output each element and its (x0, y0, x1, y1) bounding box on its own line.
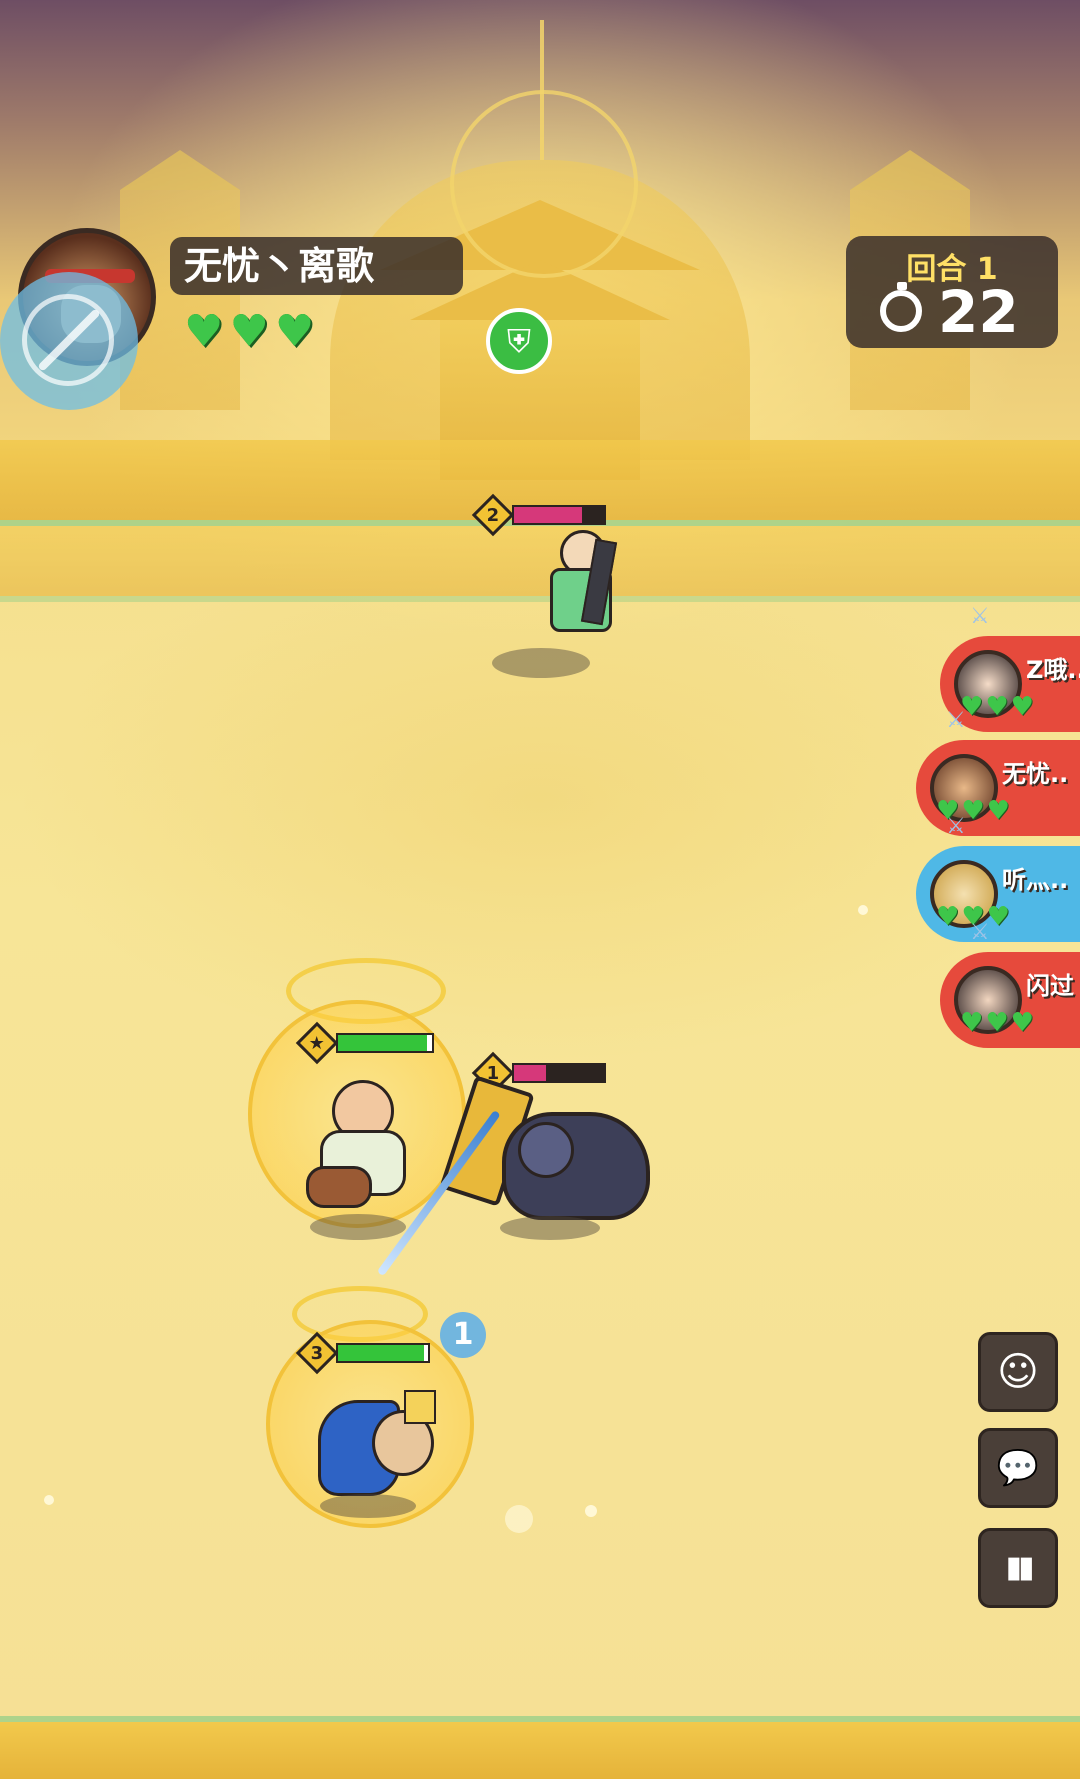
floating-number: 1 (440, 1312, 486, 1358)
opponent-lives: ♥ ♥ ♥ (960, 1010, 1034, 1036)
hp-bar (512, 505, 606, 525)
heart-icon: ♥ (274, 306, 315, 357)
opponent-card[interactable]: ⚔ 无忧.. ♥ ♥ ♥ (916, 708, 1080, 836)
unit-status-3: 3 (295, 1331, 430, 1375)
unit-status-leader: ★ (295, 1021, 434, 1065)
heart-icon: ♥ (986, 902, 1010, 932)
unit-status-2: 2 (471, 493, 606, 537)
round-panel: 回合 1 22 (846, 236, 1058, 348)
heart-icon: ♥ (986, 796, 1010, 826)
stats-button[interactable]: ▮▮ (978, 1528, 1058, 1608)
unit-shadow (492, 648, 590, 678)
heart-icon: ♥ (229, 306, 269, 357)
round-timer: 22 (938, 278, 1019, 346)
opponent-lives: ♥ ♥ ♥ (960, 694, 1034, 720)
sword-icon: ⚔ (970, 920, 990, 945)
opponent-card[interactable]: ⚔ 听灬.. ♥ ♥ ♥ (916, 814, 1080, 942)
sparkle (44, 1495, 54, 1505)
hp-bar (336, 1343, 430, 1363)
sword-icon: ⚔ (970, 604, 990, 629)
enemy-musician[interactable] (540, 530, 620, 650)
unit-shadow (500, 1216, 600, 1240)
heart-icon: ♥ (1010, 692, 1034, 722)
opponent-card[interactable]: ⚔ 闪过 ♥ ♥ ♥ (940, 920, 1080, 1048)
player-lives: ♥ ♥ ♥ (184, 310, 314, 354)
player-name: 无忧丶离歌 (170, 237, 463, 295)
ally-knight[interactable] (318, 1390, 448, 1510)
hp-bar (512, 1063, 606, 1083)
unit-shadow (310, 1214, 406, 1240)
heart-icon: ♥ (936, 902, 960, 932)
sparkle (505, 1505, 533, 1533)
sparkle (585, 1505, 597, 1517)
heart-icon: ♥ (985, 1008, 1009, 1038)
chat-button[interactable]: 💬 (978, 1428, 1058, 1508)
bar-chart-icon: ▮▮ (1005, 1550, 1034, 1585)
opponent-name: 无忧.. (1002, 760, 1069, 788)
heart-icon: ♥ (184, 306, 224, 357)
heart-icon: ♥ (985, 692, 1009, 722)
shield-icon[interactable]: ⛨ (486, 308, 552, 374)
unit-shadow (320, 1494, 416, 1518)
opponent-name: 闪过 (1026, 972, 1074, 1000)
stopwatch-icon (880, 282, 922, 332)
heart-icon: ♥ (1010, 1008, 1034, 1038)
opponent-name: Z哦.. (1026, 656, 1080, 684)
battle-scene: 无忧丶离歌 ♥ ♥ ♥ 回合 1 22 ⛨ 2 ★ 1 1 3 ⚔ Z哦.. ♥… (0, 0, 1080, 1779)
sword-icon: ⚔ (946, 708, 966, 733)
smiley-icon: ☺ (997, 1349, 1039, 1395)
voice-mute-button[interactable] (0, 272, 138, 410)
heart-icon: ♥ (960, 1008, 984, 1038)
sparkle (858, 905, 868, 915)
emoji-button[interactable]: ☺ (978, 1332, 1058, 1412)
ally-monk[interactable] (298, 1070, 418, 1210)
sword-icon: ⚔ (946, 814, 966, 839)
chat-bubble-icon: 💬 (996, 1448, 1040, 1488)
hp-bar (336, 1033, 434, 1053)
opponent-name: 听灬.. (1002, 866, 1069, 894)
enemy-warrior[interactable] (439, 1075, 662, 1232)
